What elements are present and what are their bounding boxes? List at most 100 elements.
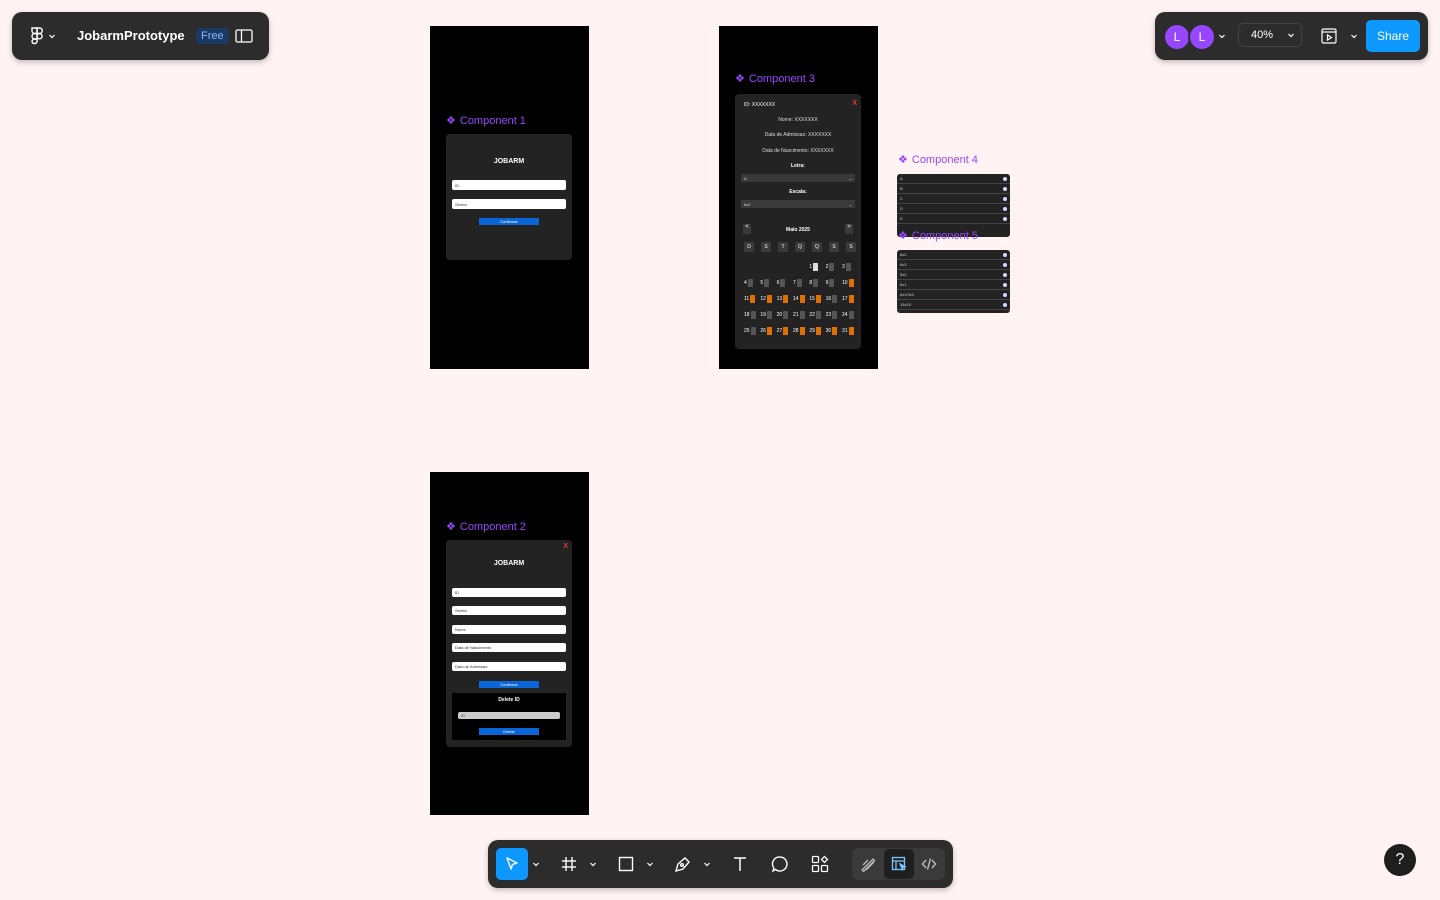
calendar-day[interactable]: 6 [777,278,791,288]
option-row[interactable]: E [897,214,1010,224]
calendar-day[interactable]: 31 [842,326,856,336]
calendar-day[interactable]: 30 [826,326,840,336]
calendar-day[interactable]: 23 [826,310,840,320]
day-status-marker [829,279,835,287]
component-label[interactable]: ❖ Component 4 [898,153,978,167]
calendar-day-number: 27 [776,328,783,334]
password-field[interactable]: Senha [452,606,566,615]
frame-component-2[interactable]: ❖ Component 2 X JOBARM ID Senha Nome Data… [430,472,589,815]
design-mode-button[interactable] [884,849,914,879]
calendar-day[interactable]: 21 [793,310,807,320]
calendar-day[interactable]: 7 [793,278,807,288]
calendar-day[interactable]: 3 [842,262,856,272]
option-row[interactable]: D [897,204,1010,214]
pen-tool-button[interactable] [667,848,699,880]
zoom-control[interactable]: 40% [1238,23,1302,47]
option-row[interactable]: 6x1 [897,280,1010,290]
password-field[interactable]: Senha [452,199,566,209]
main-menu-button[interactable] [28,26,58,46]
frame-component-1[interactable]: ❖ Component 1 JOBARM ID Senha Confirmar [430,26,589,369]
option-row[interactable]: 6x1/3x2 [897,290,1010,300]
birthdate-field[interactable]: Data de Nascimento [452,643,566,652]
option-row[interactable]: 15x15 [897,300,1010,310]
calendar-day[interactable]: 1 [809,262,823,272]
comment-tool-button[interactable] [764,848,796,880]
calendar-day[interactable]: 22 [809,310,823,320]
calendar-day[interactable]: 18 [744,310,758,320]
component-label[interactable]: ❖ Component 2 [446,520,526,534]
option-row[interactable]: 5x2 [897,270,1010,280]
text-tool-button[interactable] [724,848,756,880]
calendar-day[interactable]: 8 [809,278,823,288]
option-row[interactable]: 6x2 [897,250,1010,260]
confirm-button[interactable]: Confirmar [479,681,539,688]
confirm-button[interactable]: Confirmar [479,218,539,225]
shape-tool-button[interactable] [610,848,642,880]
share-button[interactable]: Share [1366,20,1420,52]
calendar-day[interactable]: 10 [842,278,856,288]
calendar-day[interactable]: 25 [744,326,758,336]
calendar-day[interactable]: 17 [842,294,856,304]
calendar-day[interactable]: 16 [826,294,840,304]
calendar-day[interactable]: 4 [744,278,758,288]
close-icon[interactable]: X [852,100,857,107]
calendar-day[interactable]: 14 [793,294,807,304]
calendar-day[interactable]: 20 [777,310,791,320]
calendar-day[interactable]: 9 [826,278,840,288]
chevron-down-icon[interactable] [1218,32,1226,40]
component-label[interactable]: ❖ Component 1 [446,114,526,128]
avatar[interactable]: L [1163,23,1191,51]
dev-mode-button[interactable] [914,849,944,879]
calendar-day[interactable]: 13 [777,294,791,304]
file-name[interactable]: JobarmPrototype [77,28,185,43]
day-status-marker [813,279,819,287]
close-icon[interactable]: X [563,543,568,550]
calendar-day[interactable]: 27 [777,326,791,336]
option-row[interactable]: A [897,174,1010,184]
calendar-day[interactable]: 29 [809,326,823,336]
shape-tool-menu[interactable] [645,860,655,868]
calendar-day[interactable]: 28 [793,326,807,336]
calendar-day[interactable]: 2 [826,262,840,272]
frame-component-3[interactable]: ❖ Component 3 ID: XXXXXXX X Nome: XXXXXXX… [719,26,878,369]
move-tool-button[interactable] [496,848,528,880]
avatar[interactable]: L [1188,23,1216,51]
component-label[interactable]: ❖ Component 5 [898,229,978,243]
delete-id-field[interactable]: ID [458,712,560,719]
scale-options-list[interactable]: 6x2 6x3 5x2 6x1 6x1/3x2 15x15 [897,250,1010,313]
draw-mode-button[interactable] [853,849,883,879]
plan-badge[interactable]: Free [196,28,229,44]
actions-button[interactable] [804,848,836,880]
frame-tool-button[interactable] [553,848,585,880]
help-button[interactable]: ? [1384,844,1416,876]
option-row[interactable]: 6x3 [897,260,1010,270]
calendar-day[interactable]: 26 [760,326,774,336]
calendar-day[interactable]: 12 [760,294,774,304]
option-label: 15x15 [900,302,911,307]
toggle-sidebar-button[interactable] [235,27,253,45]
delete-box: Delete ID ID Delete [452,693,566,740]
option-row[interactable]: B [897,184,1010,194]
calendar-day[interactable]: 15 [809,294,823,304]
id-field[interactable]: ID [452,180,566,190]
calendar-day[interactable]: 19 [760,310,774,320]
letra-select[interactable]: A ⌄ [741,174,855,182]
next-month-button[interactable]: > [845,224,853,234]
present-button[interactable] [1319,27,1339,45]
calendar-day[interactable]: 11 [744,294,758,304]
frame-tool-menu[interactable] [588,860,598,868]
move-tool-menu[interactable] [531,860,541,868]
chevron-down-icon[interactable] [1350,32,1358,40]
pen-tool-menu[interactable] [702,860,712,868]
id-field[interactable]: ID [452,588,566,597]
letter-options-list[interactable]: ABCDE [897,174,1010,237]
option-row[interactable]: C [897,194,1010,204]
escala-select[interactable]: 6x2 ⌄ [741,200,855,208]
component-label[interactable]: ❖ Component 3 [735,72,815,86]
name-field[interactable]: Nome [452,625,566,634]
avatar-stack[interactable]: L L [1163,23,1216,51]
calendar-day[interactable]: 24 [842,310,856,320]
delete-button[interactable]: Delete [479,728,539,735]
admission-field[interactable]: Data de Admissao [452,662,566,671]
calendar-day[interactable]: 5 [760,278,774,288]
